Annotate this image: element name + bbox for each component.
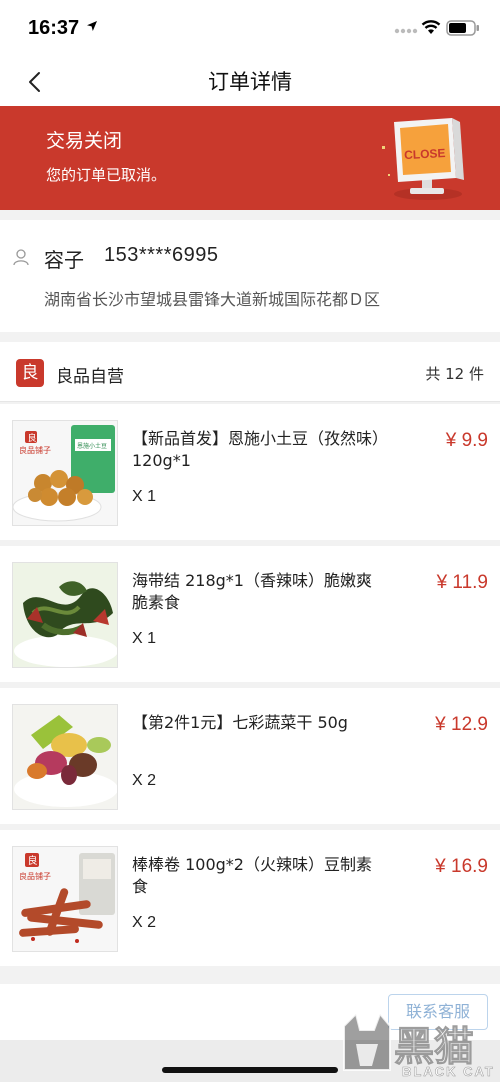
thumb-brand: 良品铺子 <box>19 445 51 455</box>
person-icon <box>13 249 29 266</box>
product-name: 【新品首发】恩施小土豆（孜然味）120g*1 <box>132 429 381 470</box>
shipping-address-card: 容子 153****6995 湖南省长沙市望城县雷锋大道新城国际花都Ｄ区 <box>0 220 500 332</box>
home-indicator[interactable] <box>162 1067 338 1073</box>
product-price: ¥ 9.9 <box>445 430 488 451</box>
store-header: 良 良品自营 共 12 件 <box>0 342 500 402</box>
order-item[interactable]: 海带结 218g*1（香辣味）脆嫩爽脆素食 X 1 ¥ 11.9 <box>0 546 500 682</box>
order-status-banner: 交易关闭 您的订单已取消。 CLOSE <box>0 106 500 210</box>
watermark-en: BLACK CAT <box>402 1064 495 1080</box>
order-status-subtitle: 您的订单已取消。 <box>46 166 167 184</box>
product-price: ¥ 16.9 <box>435 856 488 877</box>
page-title: 订单详情 <box>208 70 292 94</box>
product-quantity: X 1 <box>132 488 157 505</box>
recipient-phone: 153****6995 <box>104 244 219 266</box>
signal-dots-icon <box>394 28 418 34</box>
location-arrow-icon <box>87 21 97 31</box>
product-image: 良 良品铺子 <box>12 846 118 952</box>
thumb-logo: 良 <box>28 854 38 867</box>
recipient-address: 湖南省长沙市望城县雷锋大道新城国际花都Ｄ区 <box>44 290 381 309</box>
product-quantity: X 2 <box>132 772 157 789</box>
order-item[interactable]: 恩施小土豆 良 良品铺子 【新品首发】恩施小土豆（孜然味）120g*1 X 1 … <box>0 404 500 540</box>
product-name: 【第2件1元】七彩蔬菜干 50g <box>132 713 348 732</box>
black-cat-logo-icon <box>343 1012 391 1071</box>
order-item[interactable]: 良 良品铺子 棒棒卷 100g*2（火辣味）豆制素食 X 2 ¥ 16.9 <box>0 830 500 966</box>
battery-icon <box>446 20 479 36</box>
item-count: 共 12 件 <box>425 365 484 383</box>
store-name: 良品自营 <box>56 367 124 387</box>
product-image <box>12 562 118 668</box>
wifi-icon <box>421 20 441 34</box>
pack-label: 恩施小土豆 <box>77 442 107 450</box>
product-price: ¥ 11.9 <box>436 572 488 593</box>
closed-sign-illustration: CLOSE <box>382 118 464 200</box>
product-name: 棒棒卷 100g*2（火辣味）豆制素食 <box>132 855 372 896</box>
close-sign-text: CLOSE <box>404 146 446 162</box>
product-quantity: X 2 <box>132 914 157 931</box>
product-quantity: X 1 <box>132 630 157 647</box>
thumb-brand: 良品铺子 <box>19 871 51 881</box>
product-image <box>12 704 118 810</box>
product-name: 海带结 218g*1（香辣味）脆嫩爽脆素食 <box>132 571 372 612</box>
order-item[interactable]: 【第2件1元】七彩蔬菜干 50g X 2 ¥ 12.9 <box>0 688 500 824</box>
thumb-logo: 良 <box>28 432 37 444</box>
order-status-title: 交易关闭 <box>46 130 123 152</box>
product-image: 恩施小土豆 良 良品铺子 <box>12 420 118 526</box>
nav-bar: 订单详情 <box>0 56 500 106</box>
recipient-name: 容子 <box>44 248 84 272</box>
product-price: ¥ 12.9 <box>435 714 488 735</box>
status-time: 16:37 <box>28 17 80 39</box>
store-logo-icon: 良 <box>16 359 44 387</box>
watermark: 黑猫 BLACK CAT <box>336 1008 493 1082</box>
status-bar: 16:37 <box>0 0 500 56</box>
